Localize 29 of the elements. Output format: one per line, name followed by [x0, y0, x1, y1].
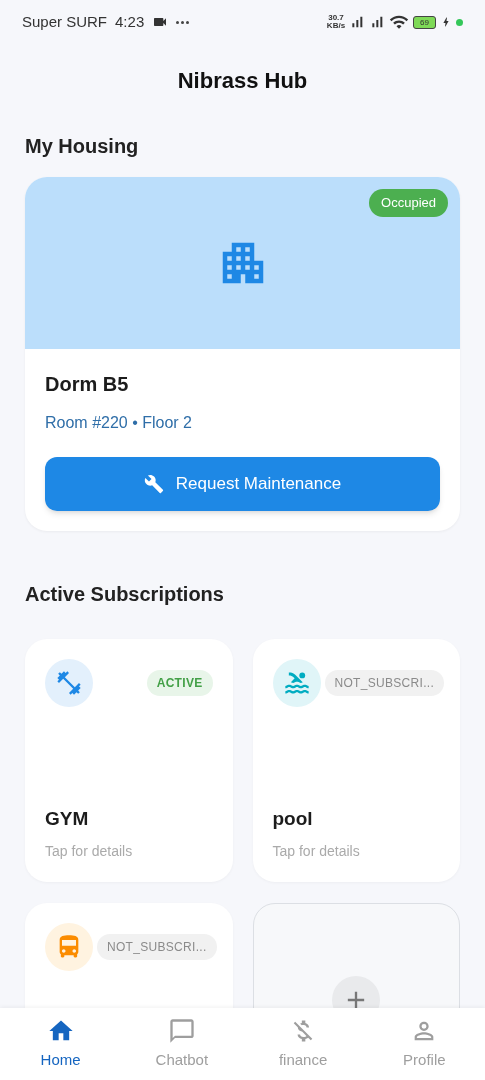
nav-tab[interactable]: Profile	[363, 1008, 485, 1080]
speed-unit: KB/s	[326, 22, 346, 30]
dorm-name: Dorm B5	[45, 372, 130, 397]
carrier-name: Super SURF	[22, 11, 108, 32]
nav-tab[interactable]: finance	[242, 1008, 364, 1080]
status-badge: ACTIVE	[146, 670, 213, 696]
request-maintenance-button[interactable]: Request Maintenance	[45, 457, 440, 511]
wrench-icon	[143, 474, 164, 494]
service-hint: Tap for details	[45, 842, 134, 861]
section-heading: Active Subscriptions	[25, 582, 225, 607]
section-heading: My Housing	[25, 134, 140, 159]
clock: 4:23	[115, 11, 145, 32]
subscription-card[interactable]: NOT_SUBSCRI... pool Tap for details	[252, 639, 460, 882]
battery-level: 69	[413, 15, 436, 29]
status-badge: NOT_SUBSCRI...	[97, 934, 217, 960]
more-dots-icon	[176, 20, 190, 24]
room-details: Room #220 • Floor 2	[45, 413, 193, 433]
network-speed: 30.7	[328, 14, 344, 22]
nav-tab[interactable]: Chatbot	[121, 1008, 243, 1080]
subscription-card[interactable]: NOT_SUBSCRI...	[25, 903, 233, 1008]
occupancy-badge: Occupied	[369, 189, 448, 217]
nav-tab[interactable]: Home	[0, 1008, 122, 1080]
service-hint: Tap for details	[272, 842, 361, 861]
status-badge: NOT_SUBSCRI...	[324, 670, 445, 696]
service-name: pool	[272, 806, 314, 831]
subscription-card[interactable]: ACTIVE GYM Tap for details	[25, 639, 233, 882]
chat-bubble-icon	[167, 1016, 196, 1045]
app-title: Nibrass Hub	[176, 67, 309, 95]
service-name: GYM	[45, 806, 90, 831]
